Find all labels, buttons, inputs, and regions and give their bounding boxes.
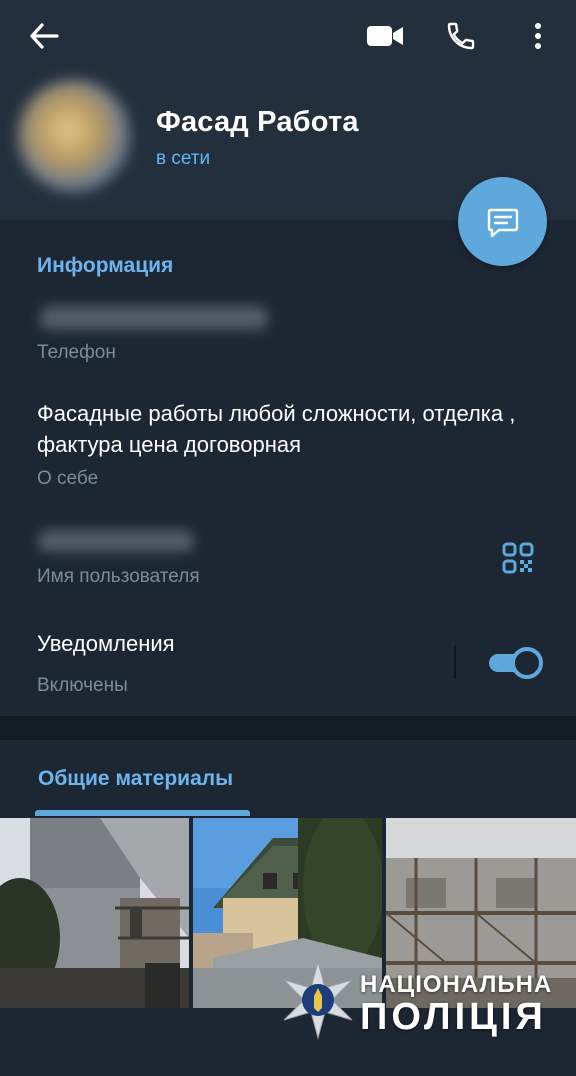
more-vertical-icon — [535, 23, 541, 49]
online-status: в сети — [156, 148, 211, 169]
police-watermark-line1: НАЦІОНАЛЬНА — [360, 971, 553, 998]
more-options-button[interactable] — [518, 14, 558, 58]
bio-label: О себе — [37, 468, 99, 489]
tab-indicator — [35, 810, 250, 816]
notifications-title[interactable]: Уведомления — [37, 631, 175, 657]
toggle-knob — [511, 647, 543, 679]
phone-label: Телефон — [37, 342, 116, 363]
notifications-state: Включены — [37, 675, 128, 696]
section-gap — [0, 716, 576, 740]
username-label: Имя пользователя — [37, 566, 200, 587]
phone-number-redacted[interactable] — [40, 306, 268, 330]
video-camera-icon — [367, 26, 403, 46]
phone-icon — [447, 22, 475, 50]
bio-text: Фасадные работы любой сложности, отделка… — [37, 401, 516, 457]
message-icon — [487, 208, 518, 237]
back-button[interactable] — [20, 16, 68, 56]
qr-code-icon — [502, 542, 534, 574]
info-section-title: Информация — [37, 254, 174, 277]
qr-code-button[interactable] — [498, 538, 538, 578]
send-message-button[interactable] — [458, 177, 547, 266]
back-arrow-icon — [30, 23, 59, 49]
police-watermark-line2: ПОЛІЦІЯ — [360, 996, 547, 1038]
media-thumbnail-1[interactable] — [0, 818, 189, 1008]
video-call-button[interactable] — [360, 14, 410, 58]
tab-shared-media[interactable]: Общие материалы — [38, 767, 233, 791]
contact-name: Фасад Работа — [156, 106, 359, 138]
username-redacted[interactable] — [38, 530, 194, 552]
call-button[interactable] — [436, 14, 486, 58]
notifications-toggle[interactable] — [487, 647, 543, 679]
avatar[interactable] — [18, 80, 130, 192]
police-star-logo — [283, 960, 353, 1040]
divider — [454, 645, 456, 679]
